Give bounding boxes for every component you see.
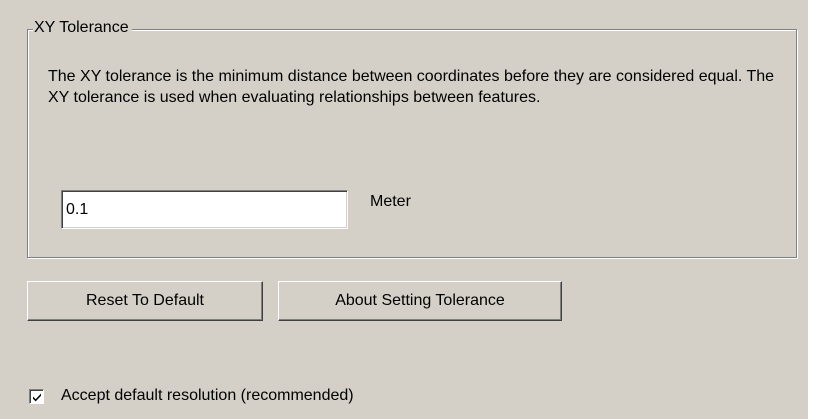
xy-tolerance-description: The XY tolerance is the minimum distance…: [48, 68, 775, 106]
checkmark-icon: [33, 393, 41, 401]
accept-default-resolution-option[interactable]: Accept default resolution (recommended): [29, 386, 354, 406]
reset-to-default-button[interactable]: Reset To Default: [27, 281, 263, 321]
xy-tolerance-input[interactable]: [61, 190, 348, 229]
accept-default-resolution-label: Accept default resolution (recommended): [61, 387, 354, 404]
unit-label: Meter: [370, 193, 411, 210]
xy-tolerance-panel: XY Tolerance The XY tolerance is the min…: [0, 0, 808, 419]
about-setting-tolerance-button[interactable]: About Setting Tolerance: [278, 281, 562, 321]
accept-default-resolution-checkbox[interactable]: [29, 388, 44, 404]
groupbox-title: XY Tolerance: [33, 18, 132, 38]
